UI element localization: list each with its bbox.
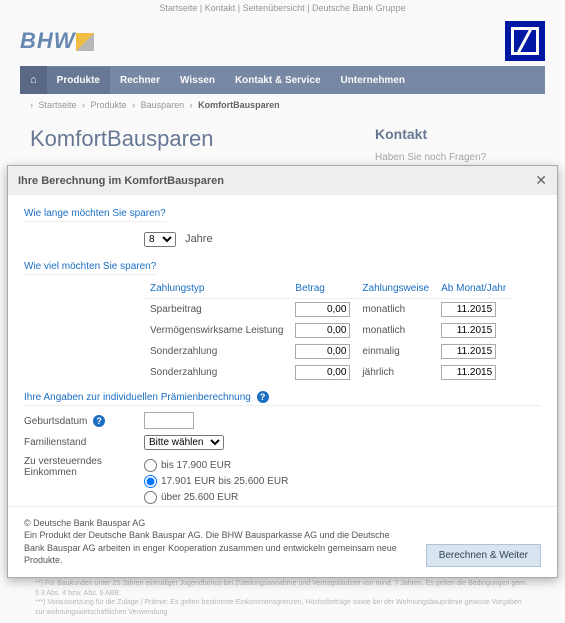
calculator-modal: Ihre Berechnung im KomfortBausparen ✕ Wi…	[7, 165, 558, 578]
from-input[interactable]	[441, 344, 496, 359]
famstatus-select[interactable]: Bitte wählen	[144, 435, 224, 450]
row-mode: monatlich	[356, 320, 435, 341]
row-mode: monatlich	[356, 299, 435, 321]
close-icon[interactable]: ✕	[535, 172, 547, 189]
row-mode: einmalig	[356, 341, 435, 362]
years-label: Jahre	[185, 233, 213, 245]
from-input[interactable]	[441, 365, 496, 380]
from-input[interactable]	[441, 323, 496, 338]
modal-copyright: © Deutsche Bank Bauspar AG Ein Produkt d…	[24, 517, 406, 567]
famstatus-label: Familienstand	[24, 437, 144, 448]
table-row: Sparbeitrag monatlich	[144, 299, 512, 321]
table-row: Sonderzahlung einmalig	[144, 341, 512, 362]
amount-input[interactable]	[295, 365, 350, 380]
section-duration: Wie lange möchten Sie sparen?	[24, 208, 166, 222]
amount-input[interactable]	[295, 344, 350, 359]
row-mode: jährlich	[356, 362, 435, 383]
col-amount: Betrag	[289, 279, 356, 299]
amount-input[interactable]	[295, 302, 350, 317]
income-option-2[interactable]: 17.901 EUR bis 25.600 EUR	[144, 475, 288, 488]
income-option-3[interactable]: über 25.600 EUR	[144, 491, 288, 504]
row-type: Sonderzahlung	[144, 341, 289, 362]
section-amount: Wie viel möchten Sie sparen?	[24, 261, 156, 275]
col-type: Zahlungstyp	[144, 279, 289, 299]
row-type: Sonderzahlung	[144, 362, 289, 383]
modal-title: Ihre Berechnung im KomfortBausparen	[18, 175, 224, 187]
payments-table: Zahlungstyp Betrag Zahlungsweise Ab Mona…	[144, 279, 512, 383]
info-icon[interactable]: ?	[93, 415, 105, 427]
info-icon[interactable]: ?	[257, 391, 269, 403]
table-row: Vermögenswirksame Leistung monatlich	[144, 320, 512, 341]
col-mode: Zahlungsweise	[356, 279, 435, 299]
years-select[interactable]: 8	[144, 232, 176, 247]
calculate-button[interactable]: Berechnen & Weiter	[426, 544, 541, 567]
col-from: Ab Monat/Jahr	[435, 279, 512, 299]
income-label: Zu versteuerndes Einkommen	[24, 456, 144, 478]
table-row: Sonderzahlung jährlich	[144, 362, 512, 383]
row-type: Sparbeitrag	[144, 299, 289, 321]
row-type: Vermögenswirksame Leistung	[144, 320, 289, 341]
birthdate-label: Geburtsdatum ?	[24, 415, 144, 427]
section-premium: Ihre Angaben zur individuellen Prämienbe…	[24, 391, 541, 406]
birthdate-input[interactable]	[144, 412, 194, 429]
amount-input[interactable]	[295, 323, 350, 338]
income-option-1[interactable]: bis 17.900 EUR	[144, 459, 288, 472]
from-input[interactable]	[441, 302, 496, 317]
